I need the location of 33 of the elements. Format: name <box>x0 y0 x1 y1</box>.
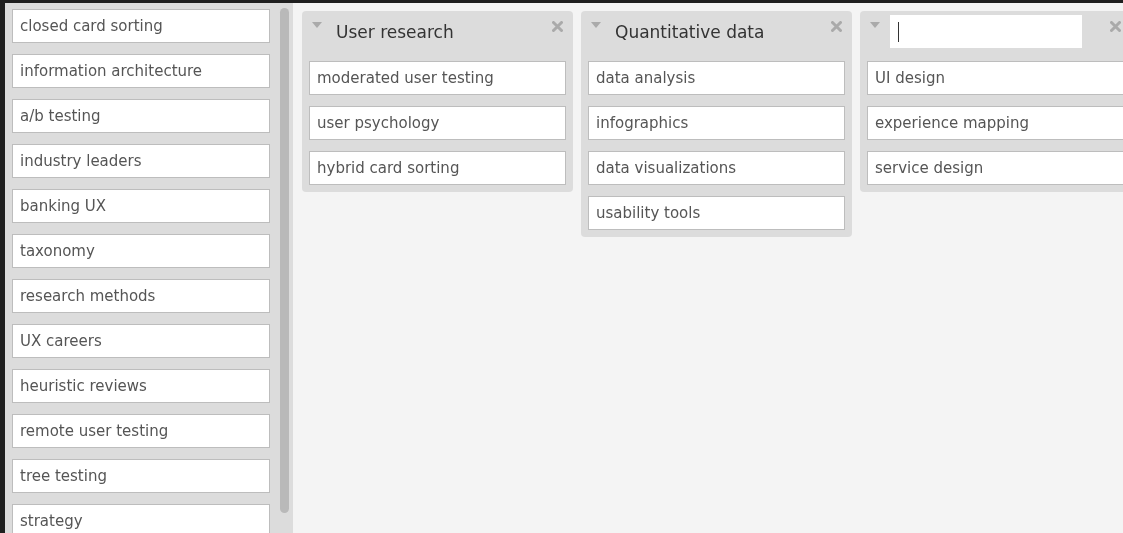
card[interactable]: tree testing <box>12 459 270 493</box>
text-cursor <box>898 21 899 42</box>
card[interactable]: taxonomy <box>12 234 270 268</box>
close-icon[interactable] <box>831 21 842 32</box>
collapse-icon[interactable] <box>870 22 880 28</box>
group-title-input[interactable] <box>890 15 1082 48</box>
card[interactable]: infographics <box>588 106 845 140</box>
card[interactable]: heuristic reviews <box>12 369 270 403</box>
card[interactable]: moderated user testing <box>309 61 566 95</box>
card[interactable]: user psychology <box>309 106 566 140</box>
close-icon[interactable] <box>552 21 563 32</box>
group-title: Quantitative data <box>615 21 766 42</box>
card[interactable]: information architecture <box>12 54 270 88</box>
card[interactable]: service design <box>867 151 1123 185</box>
group-title: User research <box>336 21 455 42</box>
card[interactable]: UX careers <box>12 324 270 358</box>
card[interactable]: industry leaders <box>12 144 270 178</box>
card[interactable]: research methods <box>12 279 270 313</box>
card[interactable]: banking UX <box>12 189 270 223</box>
card[interactable]: experience mapping <box>867 106 1123 140</box>
card[interactable]: strategy <box>12 504 270 533</box>
card[interactable]: data analysis <box>588 61 845 95</box>
card[interactable]: hybrid card sorting <box>309 151 566 185</box>
card[interactable]: data visualizations <box>588 151 845 185</box>
card[interactable]: remote user testing <box>12 414 270 448</box>
collapse-icon[interactable] <box>312 22 322 28</box>
card[interactable]: a/b testing <box>12 99 270 133</box>
collapse-icon[interactable] <box>591 22 601 28</box>
card[interactable]: usability tools <box>588 196 845 230</box>
card[interactable]: UI design <box>867 61 1123 95</box>
close-icon[interactable] <box>1110 21 1121 32</box>
card[interactable]: closed card sorting <box>12 9 270 43</box>
scrollbar[interactable] <box>280 8 289 513</box>
